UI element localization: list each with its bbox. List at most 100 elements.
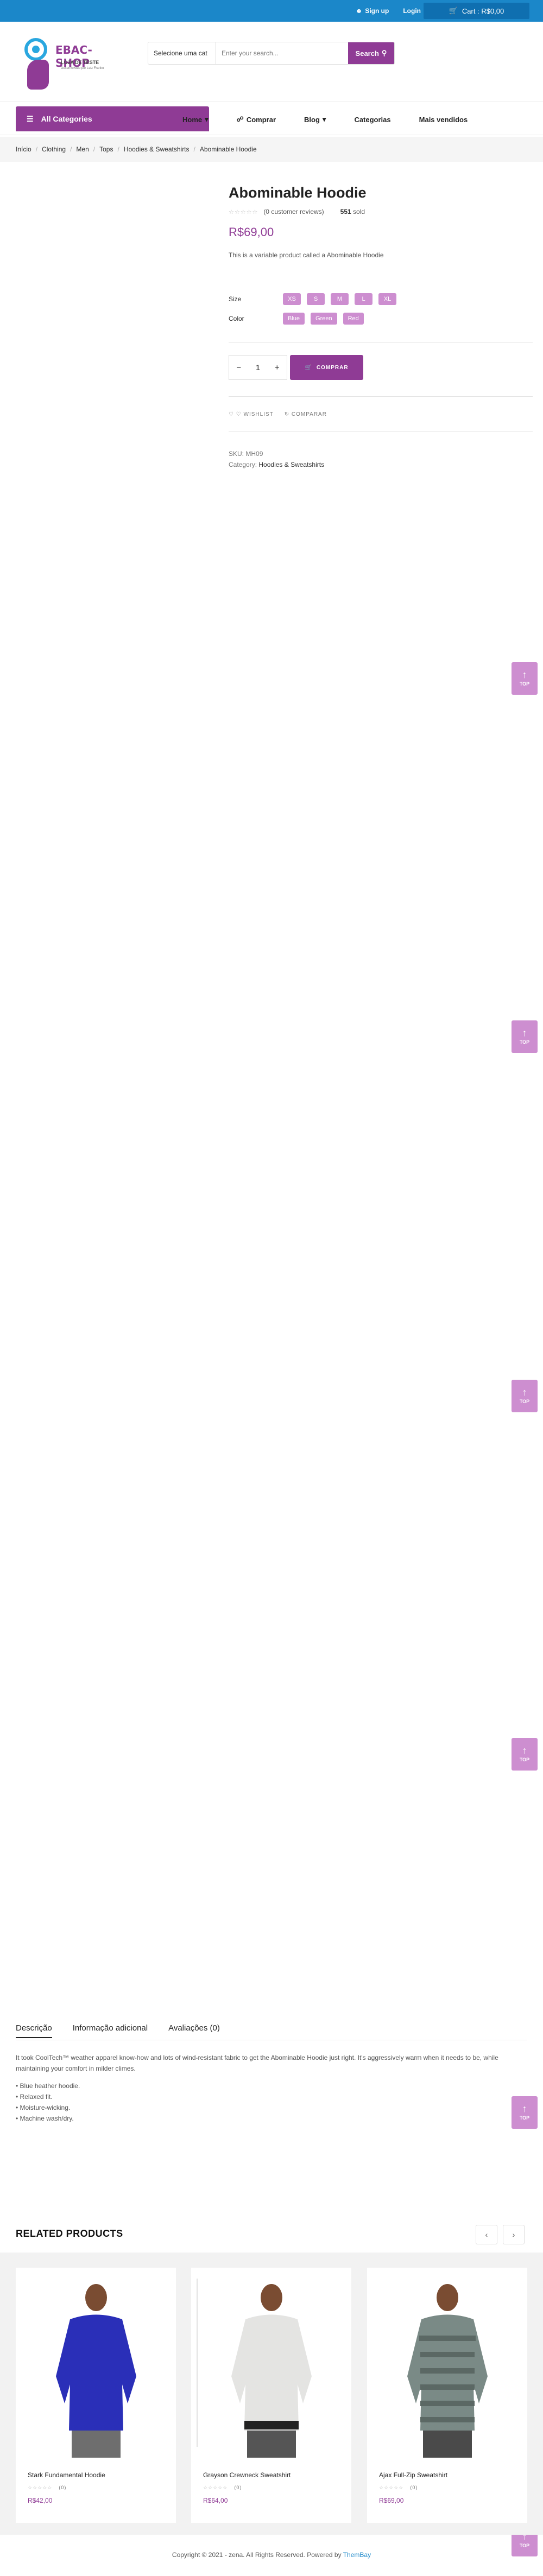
signup-link[interactable]: ☻ Sign up (356, 7, 389, 15)
wishlist-link[interactable]: ♡ ♡ WISHLIST (229, 411, 274, 417)
product-card[interactable]: Ajax Full-Zip Sweatshirt ☆☆☆☆☆ (0) R$69,0… (367, 2268, 527, 2523)
breadcrumb-item[interactable]: Clothing (42, 145, 66, 153)
back-to-top-button[interactable]: ↑TOP (512, 1738, 538, 1771)
product-image[interactable] (191, 2268, 351, 2460)
sku-value: MH09 (245, 450, 263, 458)
search-input[interactable] (216, 42, 348, 64)
search-bar: Selecione uma cat Search ⚲ (148, 42, 395, 65)
tab-informacao-adicional[interactable]: Informação adicional (73, 2023, 148, 2038)
all-categories-label: All Categories (41, 115, 92, 123)
back-to-top-label: TOP (519, 681, 530, 687)
add-to-cart-label: COMPRAR (316, 364, 349, 371)
search-button[interactable]: Search ⚲ (348, 42, 394, 64)
top-bar: ☻Sign up Login ⇆0 ♡0 🛒 Cart : R$0,00 (0, 0, 543, 22)
minus-button[interactable]: − (236, 363, 241, 372)
short-description: This is a variable product called a Abom… (229, 251, 384, 259)
back-to-top-label: TOP (519, 1757, 530, 1762)
product-summary: Abominable Hoodie ☆☆☆☆☆ (0 customer revi… (229, 185, 533, 468)
product-tabs: Descrição Informação adicional Avaliaçõe… (16, 2023, 220, 2038)
back-to-top-button[interactable]: ↑TOP (512, 1380, 538, 1412)
arrow-up-icon: ↑ (522, 1745, 527, 1756)
logo-tagline: Desenvolvido por Luiz Franko (61, 67, 104, 70)
breadcrumb-separator: / (117, 145, 119, 153)
user-icon: ☻ (355, 7, 363, 15)
product-card[interactable]: Grayson Crewneck Sweatshirt ☆☆☆☆☆ (0) R$6… (191, 2268, 351, 2523)
list-item: • Machine wash/dry. (16, 2115, 74, 2122)
chevron-right-icon[interactable]: › (503, 2225, 525, 2244)
cart-button[interactable]: 🛒 Cart : R$0,00 (424, 3, 529, 19)
plus-button[interactable]: + (275, 363, 280, 372)
product-image[interactable] (16, 2268, 176, 2460)
carousel-nav: ‹ › (476, 2225, 525, 2244)
arrow-up-icon: ↑ (522, 669, 527, 680)
back-to-top-button[interactable]: ↑TOP (512, 1020, 538, 1053)
color-option[interactable]: Green (311, 313, 337, 325)
category-link[interactable]: Hoodies & Sweatshirts (258, 461, 324, 468)
cart-icon: 🛒 (449, 7, 458, 15)
review-count: (0) (410, 2485, 418, 2490)
color-option[interactable]: Blue (283, 313, 305, 325)
color-selector: Color Blue Green Red (229, 313, 370, 325)
size-option[interactable]: L (355, 293, 372, 305)
product-name[interactable]: Ajax Full-Zip Sweatshirt (379, 2471, 447, 2479)
nav-item-categorias[interactable]: Categorias (354, 115, 390, 124)
cart-label: Cart : R$0,00 (462, 7, 504, 15)
breadcrumb-separator: / (193, 145, 195, 153)
color-label: Color (229, 315, 244, 322)
login-link[interactable]: Login (403, 7, 421, 15)
nav-item-mais-vendidos[interactable]: Mais vendidos (419, 115, 468, 124)
review-count: (0) (59, 2485, 67, 2490)
nav-item-comprar[interactable]: ☍ Comprar (237, 115, 276, 124)
breadcrumb-separator: / (35, 145, 38, 153)
product-image[interactable] (367, 2268, 527, 2460)
back-to-top-button[interactable]: ↑TOP (512, 662, 538, 695)
divider (229, 396, 533, 397)
compare-link[interactable]: ↻ COMPARAR (285, 411, 327, 417)
color-option[interactable]: Red (343, 313, 364, 325)
breadcrumb-item[interactable]: Men (76, 145, 89, 153)
description-panel: It took CoolTech™ weather apparel know-h… (16, 2052, 521, 2124)
powered-by-link[interactable]: ThemBay (343, 2551, 371, 2559)
product-price: R$69,00 (229, 225, 274, 239)
footer: Copyright © 2021 - zena. All Rights Rese… (0, 2551, 543, 2559)
category-label: Category: (229, 461, 257, 468)
size-option[interactable]: XL (378, 293, 396, 305)
review-count-link[interactable]: (0 customer reviews) (263, 208, 324, 215)
nav-item-home[interactable]: Home ▾ (182, 115, 209, 124)
quantity-value[interactable]: 1 (256, 363, 260, 372)
sku-label: SKU: (229, 450, 244, 458)
size-option[interactable]: XS (283, 293, 301, 305)
search-icon: ⚲ (381, 49, 387, 57)
product-price: R$69,00 (379, 2497, 404, 2504)
category-row: Category: Hoodies & Sweatshirts (229, 459, 324, 470)
cart-icon: 🛒 (305, 364, 312, 371)
size-option[interactable]: S (307, 293, 325, 305)
breadcrumb-item[interactable]: Hoodies & Sweatshirts (124, 145, 190, 153)
tab-descricao[interactable]: Descrição (16, 2023, 52, 2038)
breadcrumb-item[interactable]: Tops (99, 145, 113, 153)
tab-avaliacoes[interactable]: Avaliações (0) (168, 2023, 220, 2038)
search-button-label: Search (355, 49, 379, 58)
product-name[interactable]: Stark Fundamental Hoodie (28, 2471, 105, 2479)
logo-brand: EBAC-SHOP (55, 43, 92, 69)
add-to-cart-button[interactable]: 🛒 COMPRAR (290, 355, 363, 380)
caret-down-icon: ▾ (205, 115, 209, 123)
category-select[interactable]: Selecione uma cat (148, 42, 216, 64)
product-price: R$42,00 (28, 2497, 53, 2504)
site-logo[interactable]: EBAC-SHOP LOJA DE TESTE Desenvolvido por… (22, 38, 109, 92)
chevron-left-icon[interactable]: ‹ (476, 2225, 497, 2244)
product-price: R$64,00 (203, 2497, 228, 2504)
back-to-top-label: TOP (519, 2115, 530, 2121)
product-name[interactable]: Grayson Crewneck Sweatshirt (203, 2471, 291, 2479)
product-card[interactable]: Stark Fundamental Hoodie ☆☆☆☆☆ (0) R$42,0… (16, 2268, 176, 2523)
all-categories-button[interactable]: ☰ All Categories (16, 106, 209, 131)
list-item: • Moisture-wicking. (16, 2104, 71, 2111)
nav-label: Blog (304, 115, 320, 124)
breadcrumb-item[interactable]: Início (16, 145, 31, 153)
nav-item-blog[interactable]: Blog ▾ (304, 115, 326, 124)
size-option[interactable]: M (331, 293, 349, 305)
rating-stars-icon: ☆☆☆☆☆ (0) (28, 2485, 67, 2490)
breadcrumb: Início / Clothing / Men / Tops / Hoodies & S… (0, 137, 543, 162)
nav-label: Comprar (246, 115, 276, 124)
rating-stars-icon: ☆☆☆☆☆ (0) (379, 2485, 418, 2490)
